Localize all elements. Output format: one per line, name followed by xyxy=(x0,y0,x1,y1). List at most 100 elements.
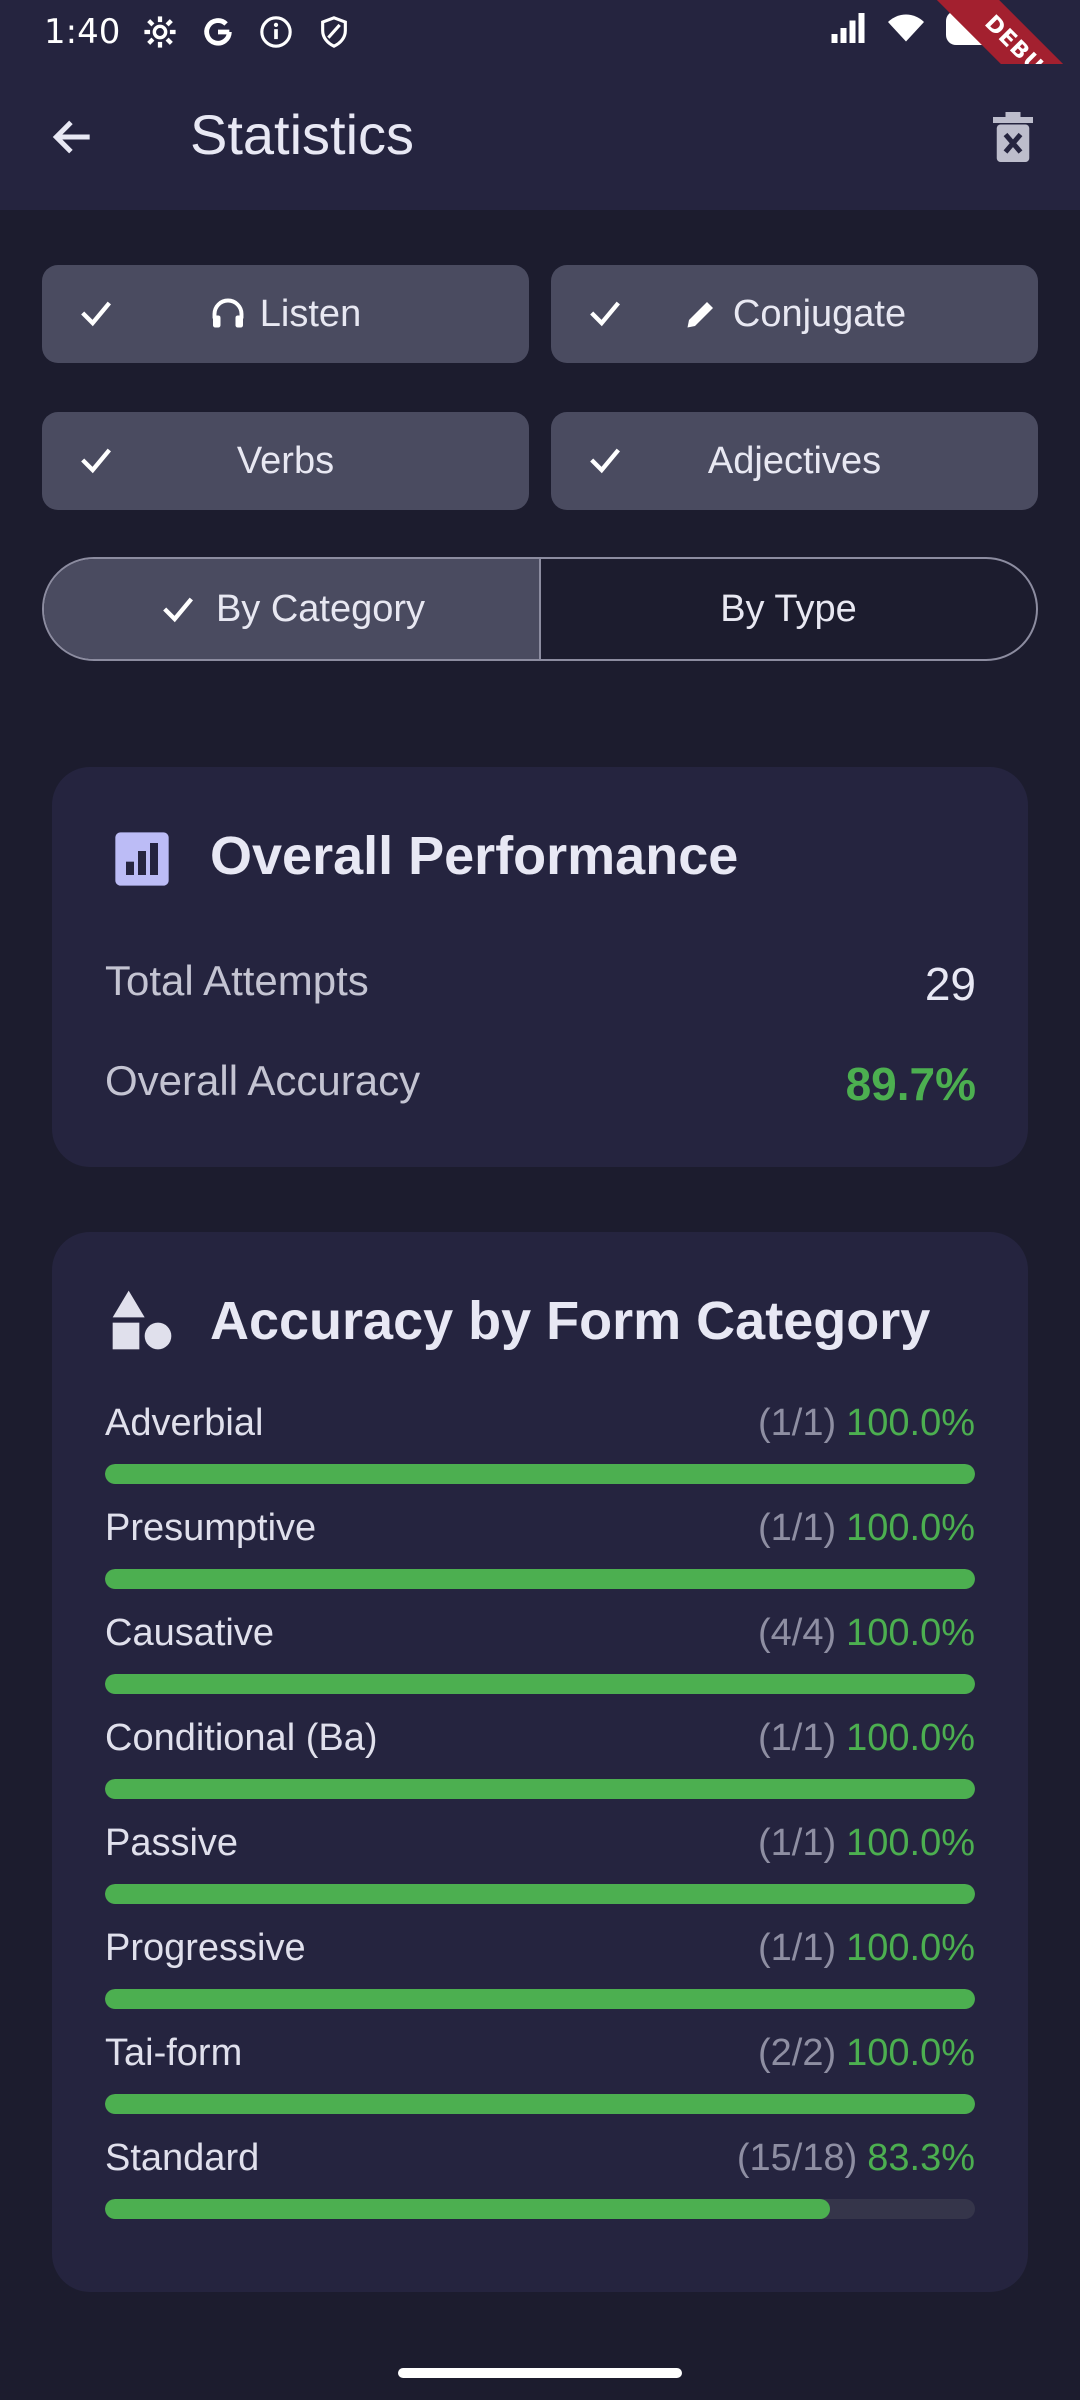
wifi-icon xyxy=(888,10,924,46)
filter-chip-conjugate[interactable]: Conjugate xyxy=(551,265,1038,363)
filter-chip-label: Verbs xyxy=(236,439,335,482)
progress-fill xyxy=(105,1989,975,2009)
settings-icon xyxy=(142,14,178,50)
progress-fill xyxy=(105,2094,975,2114)
check-icon xyxy=(163,597,193,623)
category-percent: 100.0% xyxy=(846,1612,975,1654)
progress-fill xyxy=(105,2199,830,2219)
category-name: Causative xyxy=(105,1612,274,1654)
check-icon xyxy=(81,448,111,474)
category-name: Standard xyxy=(105,2137,260,2179)
category-percent: 100.0% xyxy=(846,1927,975,1969)
category-row: Causative (4/4) 100.0% xyxy=(105,1612,975,1702)
category-stats: (1/1) 100.0% xyxy=(758,1402,975,1445)
category-count: (1/1) xyxy=(757,1927,837,1969)
signal-icon xyxy=(830,10,866,46)
category-row: Conditional (Ba) (1/1) 100.0% xyxy=(105,1717,975,1807)
category-count: (15/18) xyxy=(736,2137,858,2179)
progress-track xyxy=(105,1779,975,1799)
category-stats: (15/18) 83.3% xyxy=(737,2137,975,2180)
check-icon xyxy=(81,301,111,327)
overall-performance-card: Overall Performance Total Attempts 29 Ov… xyxy=(52,767,1028,1167)
progress-track xyxy=(105,1884,975,1904)
card-title: Accuracy by Form Category xyxy=(210,1291,931,1351)
progress-fill xyxy=(105,1779,975,1799)
segment-label: By Category xyxy=(215,587,426,630)
progress-fill xyxy=(105,1884,975,1904)
category-row: Progressive (1/1) 100.0% xyxy=(105,1927,975,2017)
pencil-icon xyxy=(687,302,713,328)
category-percent: 100.0% xyxy=(846,1402,975,1444)
home-indicator[interactable] xyxy=(398,2368,682,2378)
category-percent: 100.0% xyxy=(846,1717,975,1759)
back-button[interactable] xyxy=(40,104,106,170)
progress-fill xyxy=(105,1464,975,1484)
category-stats: (1/1) 100.0% xyxy=(758,1507,975,1550)
category-count: (1/1) xyxy=(757,1822,837,1864)
google-icon xyxy=(200,14,236,50)
progress-track xyxy=(105,1569,975,1589)
status-time: 1:40 xyxy=(44,12,121,52)
headphones-icon xyxy=(212,298,244,328)
category-stats: (1/1) 100.0% xyxy=(758,1822,975,1865)
progress-track xyxy=(105,1464,975,1484)
clear-stats-button[interactable] xyxy=(980,104,1046,170)
category-row: Standard (15/18) 83.3% xyxy=(105,2137,975,2227)
total-attempts-value: 29 xyxy=(924,958,976,1010)
filter-chip-adjectives[interactable]: Adjectives xyxy=(551,412,1038,510)
category-count: (4/4) xyxy=(757,1612,837,1654)
category-name: Tai-form xyxy=(105,2032,243,2074)
category-stats: (1/1) 100.0% xyxy=(758,1927,975,1970)
progress-track xyxy=(105,1989,975,2009)
progress-fill xyxy=(105,1674,975,1694)
status-bar: 1:40 xyxy=(0,0,1080,64)
overall-accuracy-value: 89.7% xyxy=(845,1058,976,1110)
category-count: (2/2) xyxy=(757,2032,837,2074)
category-name: Conditional (Ba) xyxy=(105,1717,378,1759)
app-bar: Statistics xyxy=(0,64,1080,210)
page-title: Statistics xyxy=(190,103,415,166)
category-percent: 100.0% xyxy=(846,2032,975,2074)
progress-track xyxy=(105,1674,975,1694)
progress-fill xyxy=(105,1569,975,1589)
category-name: Passive xyxy=(105,1822,239,1864)
category-stats: (1/1) 100.0% xyxy=(758,1717,975,1760)
segment-label: By Type xyxy=(720,587,857,630)
category-name: Presumptive xyxy=(105,1507,317,1549)
category-count: (1/1) xyxy=(757,1507,837,1549)
category-row: Tai-form (2/2) 100.0% xyxy=(105,2032,975,2122)
info-icon xyxy=(258,14,294,50)
category-name: Progressive xyxy=(105,1927,306,1969)
progress-track xyxy=(105,2094,975,2114)
arrow-left-icon xyxy=(52,120,90,154)
category-accuracy-card: Accuracy by Form Category Adverbial (1/1)… xyxy=(52,1232,1028,2292)
category-count: (1/1) xyxy=(757,1717,837,1759)
category-row: Presumptive (1/1) 100.0% xyxy=(105,1507,975,1597)
category-percent: 83.3% xyxy=(867,2137,975,2179)
filter-chip-label: Listen xyxy=(259,292,362,335)
filter-chip-verbs[interactable]: Verbs xyxy=(42,412,529,510)
category-percent: 100.0% xyxy=(846,1507,975,1549)
shapes-icon xyxy=(112,1290,172,1350)
card-title: Overall Performance xyxy=(210,826,739,886)
delete-icon xyxy=(993,112,1033,162)
filter-chip-listen[interactable]: Listen xyxy=(42,265,529,363)
category-name: Adverbial xyxy=(105,1402,264,1444)
category-stats: (2/2) 100.0% xyxy=(758,2032,975,2075)
segment-by-type[interactable]: By Type xyxy=(541,559,1036,659)
segment-by-category[interactable]: By Category xyxy=(44,559,541,659)
filter-chip-label: Adjectives xyxy=(707,439,882,482)
category-count: (1/1) xyxy=(757,1402,837,1444)
check-icon xyxy=(590,448,620,474)
check-icon xyxy=(590,301,620,327)
filter-chip-label: Conjugate xyxy=(732,292,907,335)
grouping-toggle: By Category By Type xyxy=(42,557,1038,661)
overall-accuracy-label: Overall Accuracy xyxy=(105,1057,421,1104)
category-stats: (4/4) 100.0% xyxy=(758,1612,975,1655)
category-percent: 100.0% xyxy=(846,1822,975,1864)
shield-icon xyxy=(316,14,352,50)
bar-chart-icon xyxy=(115,832,169,886)
total-attempts-label: Total Attempts xyxy=(105,957,369,1004)
progress-track xyxy=(105,2199,975,2219)
category-row: Adverbial (1/1) 100.0% xyxy=(105,1402,975,1492)
